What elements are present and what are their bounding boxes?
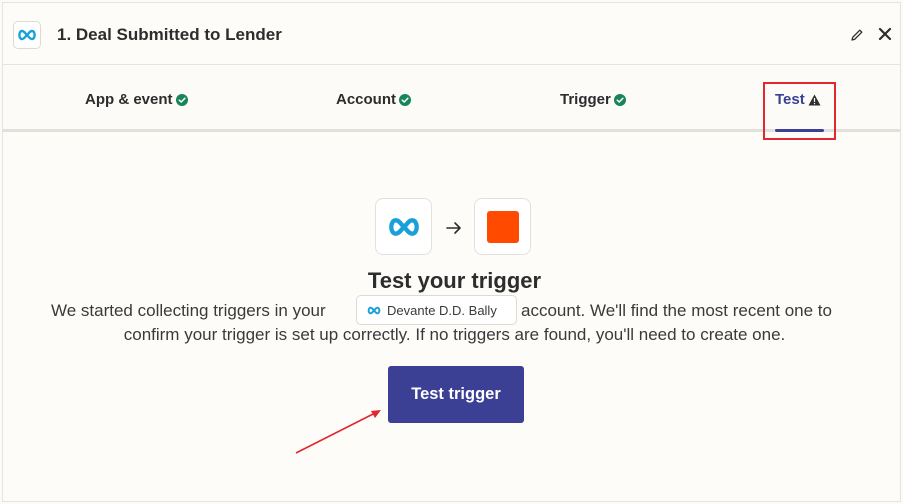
test-trigger-button[interactable]: Test trigger [388,366,524,423]
account-name: Devante D.D. Bally [387,302,497,318]
arrow-right-icon [446,222,461,234]
description-text: We started collecting triggers in your [51,301,326,320]
account-chip: Devante D.D. Bally [356,295,517,325]
app-badge [13,21,41,49]
close-icon[interactable] [876,25,894,43]
target-app-icon-box [474,198,531,255]
check-circle-icon [613,93,626,106]
tab-account[interactable]: Account [336,91,411,108]
annotation-highlight-box [763,82,836,140]
infinity-logo-icon [388,217,419,236]
step-panel: 1. Deal Submitted to Lender App & event … [2,2,901,502]
source-app-icon-box [375,198,432,255]
tab-label: Account [336,91,396,108]
tab-label: Trigger [560,91,611,108]
description-text: confirm your trigger is set up correctly… [123,325,786,344]
page-heading: Test your trigger [367,268,542,293]
description-text: account. We'll find the most recent one … [521,301,832,320]
tab-label: App & event [85,91,173,108]
infinity-logo-icon [18,29,36,41]
tab-trigger[interactable]: Trigger [560,91,626,108]
check-circle-icon [399,93,411,106]
pencil-icon[interactable] [849,27,865,43]
infinity-logo-icon [367,306,381,314]
tab-app-event[interactable]: App & event [85,91,188,108]
annotation-arrow [295,410,381,454]
step-header: 1. Deal Submitted to Lender [3,3,900,65]
step-title[interactable]: 1. Deal Submitted to Lender [57,25,282,45]
check-circle-icon [175,93,188,106]
zapier-square-icon [486,210,519,243]
